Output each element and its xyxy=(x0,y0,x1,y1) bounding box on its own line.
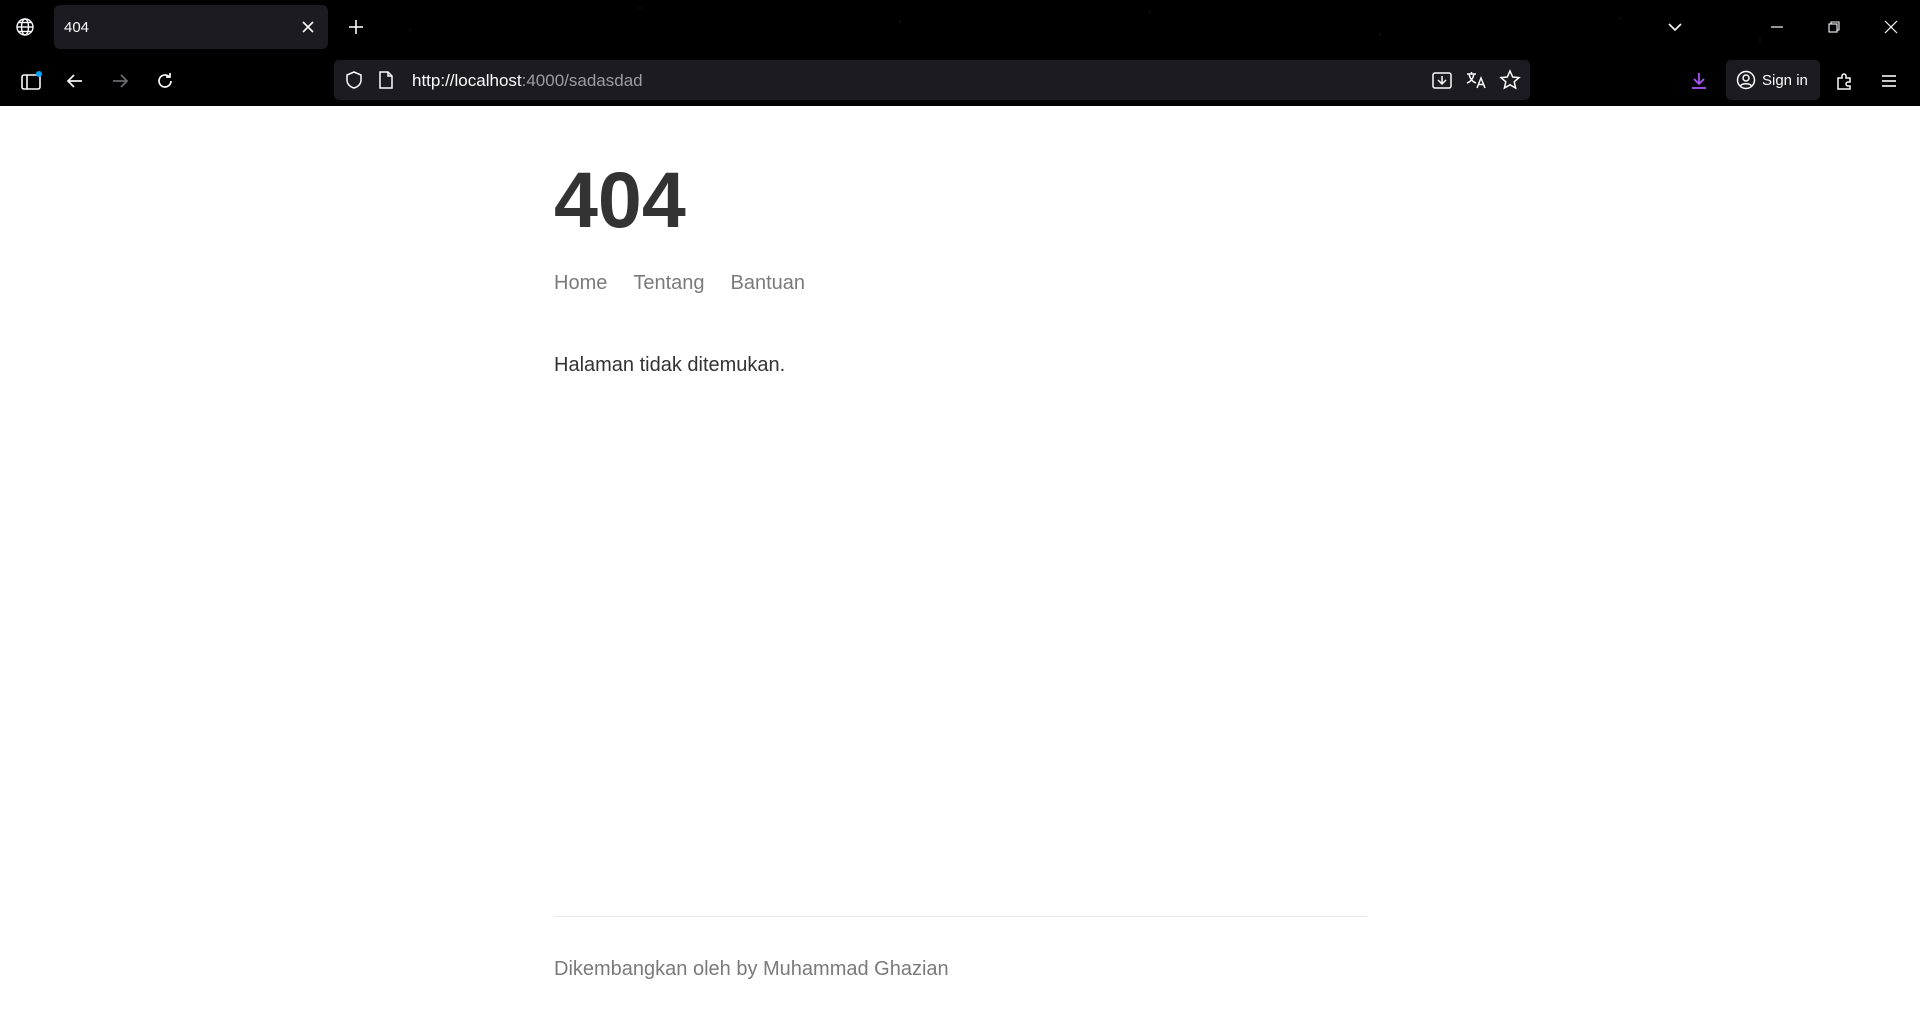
new-tab-plus-icon[interactable] xyxy=(343,14,369,40)
page-viewport: 404 Home Tentang Bantuan Halaman tidak d… xyxy=(0,106,1920,1020)
forward-arrow-icon[interactable] xyxy=(105,66,135,96)
url-host: http://localhost xyxy=(412,71,522,90)
tab-title: 404 xyxy=(64,19,90,36)
close-icon[interactable] xyxy=(298,17,318,37)
downloads-icon[interactable] xyxy=(1684,66,1714,96)
shield-icon[interactable] xyxy=(342,68,366,92)
browser-chrome: 404 http://localhost:4000/sadasdad Sign … xyxy=(0,0,1920,106)
window-close-icon[interactable] xyxy=(1878,14,1904,40)
tab-active[interactable]: 404 xyxy=(54,5,328,49)
site-nav: Home Tentang Bantuan xyxy=(554,272,831,295)
page-icon[interactable] xyxy=(374,68,398,92)
page-title: 404 xyxy=(554,155,686,244)
bookmark-star-icon[interactable] xyxy=(1498,68,1522,92)
nav-link-tentang[interactable]: Tentang xyxy=(633,272,704,295)
minimize-icon[interactable] xyxy=(1764,14,1790,40)
globe-icon[interactable] xyxy=(12,14,38,40)
address-bar[interactable]: http://localhost:4000/sadasdad xyxy=(334,60,1530,100)
sign-in-label: Sign in xyxy=(1762,71,1808,89)
footer-credit: Dikembangkan oleh by Muhammad Ghazian xyxy=(554,958,949,980)
translate-icon[interactable] xyxy=(1464,68,1488,92)
extensions-puzzle-icon[interactable] xyxy=(1830,66,1860,96)
nav-link-home[interactable]: Home xyxy=(554,272,607,295)
account-icon xyxy=(1736,70,1756,90)
main-content: 404 Home Tentang Bantuan Halaman tidak d… xyxy=(554,106,1367,1020)
url-path: :4000/sadasdad xyxy=(521,71,643,90)
reload-icon[interactable] xyxy=(150,66,180,96)
navigation-toolbar: http://localhost:4000/sadasdad Sign in xyxy=(0,54,1920,106)
footer-divider xyxy=(554,916,1367,917)
nav-link-bantuan[interactable]: Bantuan xyxy=(731,272,806,295)
sign-in-button[interactable]: Sign in xyxy=(1726,60,1820,100)
tab-strip: 404 xyxy=(0,0,1920,54)
not-found-message: Halaman tidak ditemukan. xyxy=(554,354,786,376)
menu-hamburger-icon[interactable] xyxy=(1874,66,1904,96)
back-arrow-icon[interactable] xyxy=(60,66,90,96)
restore-icon[interactable] xyxy=(1821,14,1847,40)
save-to-pocket-download-icon[interactable] xyxy=(1430,68,1454,92)
url-text[interactable]: http://localhost:4000/sadasdad xyxy=(412,71,643,91)
sidebar-toggle-icon[interactable] xyxy=(16,66,46,96)
list-tabs-chevron-down-icon[interactable] xyxy=(1662,14,1688,40)
